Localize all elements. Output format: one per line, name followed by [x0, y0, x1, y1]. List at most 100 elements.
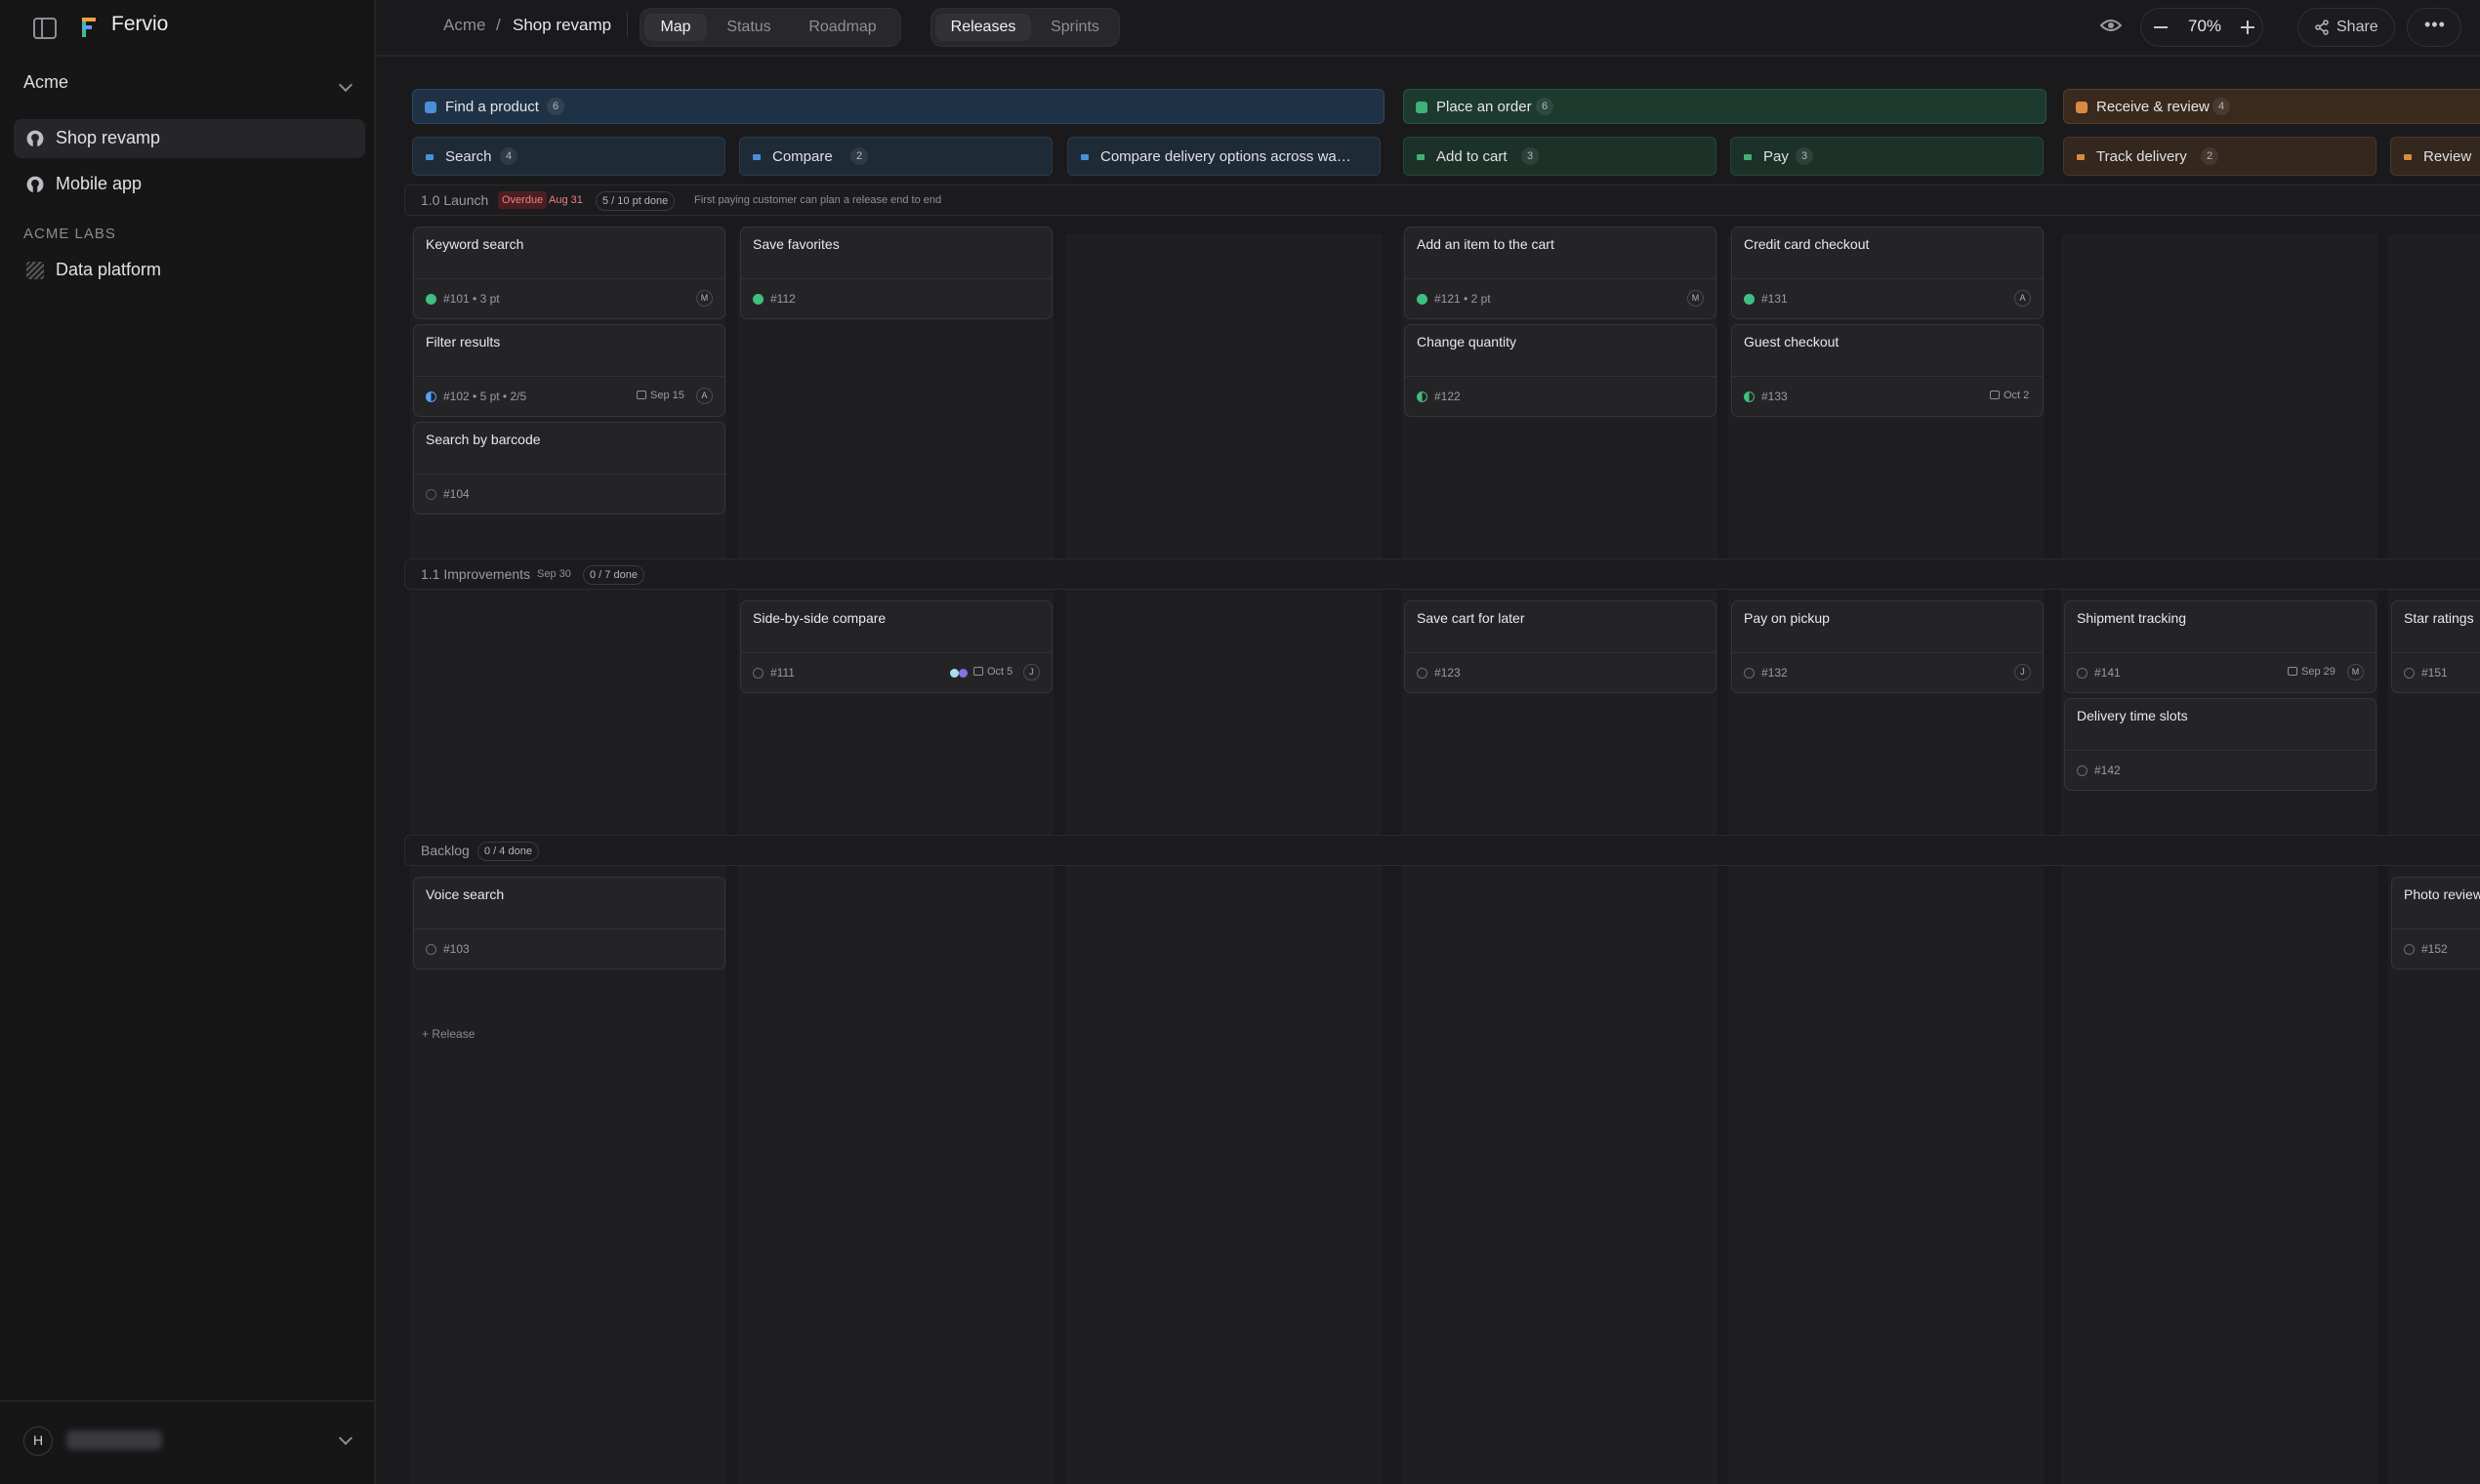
status-todo-icon — [1744, 668, 1755, 679]
card-133[interactable]: Guest checkout #133 Oct 2 — [1731, 324, 2044, 417]
zoom-out-icon[interactable] — [2154, 26, 2168, 28]
user-menu-chevron-down-icon[interactable] — [338, 1430, 353, 1446]
eye-icon[interactable] — [2100, 18, 2122, 33]
activity-place-an-order[interactable]: Place an order 6 — [1403, 89, 2046, 124]
status-canceled-icon — [426, 489, 436, 500]
github-icon — [26, 176, 44, 193]
card-id: #123 — [1434, 666, 1461, 680]
sidebar: Fervio Acme Shop revamp Mobile app ACME … — [0, 0, 376, 1484]
step-compare[interactable]: Compare 2 — [739, 137, 1053, 176]
add-release-button[interactable]: + Release — [422, 1027, 475, 1041]
step-track-delivery[interactable]: Track delivery 2 — [2063, 137, 2377, 176]
sidebar-divider — [0, 1400, 376, 1402]
assignee-avatar[interactable]: M — [1687, 290, 1704, 307]
sidebar-item-label: Mobile app — [56, 174, 143, 193]
status-todo-icon — [2077, 765, 2087, 776]
breadcrumb-separator: / — [496, 16, 501, 34]
status-in-progress-icon — [1417, 392, 1427, 402]
step-marker-icon — [426, 154, 434, 160]
card-id: #152 — [2421, 942, 2448, 956]
step-search[interactable]: Search 4 — [412, 137, 725, 176]
tab-status[interactable]: Status — [713, 14, 785, 41]
sidebar-item-mobile-app[interactable]: Mobile app — [14, 165, 365, 204]
step-count: 2 — [2201, 147, 2219, 165]
view-switcher: Map Status Roadmap — [640, 8, 901, 47]
release-progress: 5 / 10 pt done — [596, 191, 676, 211]
workspace-chevron-down-icon[interactable] — [338, 77, 353, 93]
step-review[interactable]: Review — [2390, 137, 2480, 176]
step-pay[interactable]: Pay 3 — [1730, 137, 2044, 176]
release-row-1-0-launch[interactable]: 1.0 Launch Overdue Aug 31 5 / 10 pt done… — [404, 185, 2480, 216]
zoom-in-icon[interactable] — [2241, 21, 2254, 34]
user-avatar[interactable]: H — [23, 1426, 53, 1456]
card-103[interactable]: Voice search #103 — [413, 877, 725, 969]
assignee-avatar[interactable]: M — [696, 290, 713, 307]
card-104[interactable]: Search by barcode #104 — [413, 422, 725, 515]
card-131[interactable]: Credit card checkout #131 A — [1731, 227, 2044, 319]
share-label: Share — [2336, 19, 2378, 35]
share-button[interactable]: Share — [2297, 8, 2395, 47]
card-141[interactable]: Shipment tracking #141 Sep 29 M — [2064, 600, 2377, 693]
step-label: Pay — [1763, 148, 1789, 165]
overdue-badge: Overdue — [498, 191, 548, 209]
step-label: Search — [445, 148, 492, 165]
card-title: Credit card checkout — [1744, 236, 1870, 252]
status-todo-icon — [2404, 944, 2415, 955]
card-122[interactable]: Change quantity #122 — [1404, 324, 1716, 417]
card-121[interactable]: Add an item to the cart #121 • 2 pt M — [1404, 227, 1716, 319]
workspace-name[interactable]: Acme — [23, 72, 68, 93]
step-marker-icon — [1081, 154, 1089, 160]
step-label: Add to cart — [1436, 148, 1508, 165]
due-date: Oct 5 — [973, 666, 1013, 678]
card-title: Photo reviews — [2404, 886, 2480, 902]
activity-receive-and-review[interactable]: Receive & review 4 — [2063, 89, 2480, 124]
release-row-backlog[interactable]: Backlog 0 / 4 done — [404, 835, 2480, 866]
card-102[interactable]: Filter results #102 • 5 pt • 2/5 Sep 15 … — [413, 324, 725, 417]
activity-find-a-product[interactable]: Find a product 6 — [412, 89, 1385, 124]
card-152[interactable]: Photo reviews #152 — [2391, 877, 2480, 969]
tab-map[interactable]: Map — [644, 14, 707, 41]
card-101[interactable]: Keyword search #101 • 3 pt M — [413, 227, 725, 319]
card-142[interactable]: Delivery time slots #142 — [2064, 698, 2377, 791]
card-123[interactable]: Save cart for later #123 — [1404, 600, 1716, 693]
card-151[interactable]: Star ratings #151 — [2391, 600, 2480, 693]
calendar-icon — [637, 391, 646, 399]
more-icon: ••• — [2424, 15, 2446, 34]
assignee-avatar[interactable]: A — [696, 388, 713, 404]
release-name: Backlog — [421, 843, 470, 858]
sidebar-toggle-icon[interactable] — [33, 18, 57, 39]
assignee-avatar[interactable]: J — [2014, 664, 2031, 680]
step-add-to-cart[interactable]: Add to cart 3 — [1403, 137, 1716, 176]
release-name: 1.0 Launch — [421, 192, 489, 208]
fervio-logo-icon — [82, 18, 96, 37]
card-id: #132 — [1761, 666, 1788, 680]
breadcrumb-workspace[interactable]: Acme — [443, 16, 485, 35]
step-compare-delivery-options[interactable]: Compare delivery options across wa… — [1067, 137, 1381, 176]
card-id: #131 — [1761, 292, 1788, 306]
assignee-avatar[interactable]: M — [2347, 664, 2364, 680]
card-id: #112 — [770, 292, 796, 306]
cube-icon — [425, 102, 436, 113]
card-title: Save cart for later — [1417, 610, 1525, 626]
card-112[interactable]: Save favorites #112 — [740, 227, 1053, 319]
github-icon — [26, 130, 44, 147]
cube-icon — [2076, 102, 2087, 113]
card-title: Keyword search — [426, 236, 524, 252]
sidebar-item-shop-revamp[interactable]: Shop revamp — [14, 119, 365, 158]
tab-roadmap[interactable]: Roadmap — [789, 14, 896, 41]
tab-sprints[interactable]: Sprints — [1033, 14, 1117, 41]
release-name: 1.1 Improvements — [421, 566, 531, 582]
card-132[interactable]: Pay on pickup #132 J — [1731, 600, 2044, 693]
release-row-1-1-improvements[interactable]: 1.1 Improvements Sep 30 0 / 7 done — [404, 558, 2480, 590]
label-dot — [959, 669, 968, 678]
assignee-avatar[interactable]: J — [1023, 664, 1040, 680]
tab-releases[interactable]: Releases — [935, 14, 1031, 41]
sidebar-item-data-platform[interactable]: Data platform — [14, 251, 365, 290]
card-title: Shipment tracking — [2077, 610, 2187, 626]
more-options-button[interactable]: ••• — [2407, 8, 2461, 47]
status-todo-icon — [753, 668, 764, 679]
assignee-avatar[interactable]: A — [2014, 290, 2031, 307]
step-marker-icon — [1417, 154, 1425, 160]
card-111[interactable]: Side-by-side compare #111 Oct 5 J — [740, 600, 1053, 693]
status-done-icon — [753, 294, 764, 305]
